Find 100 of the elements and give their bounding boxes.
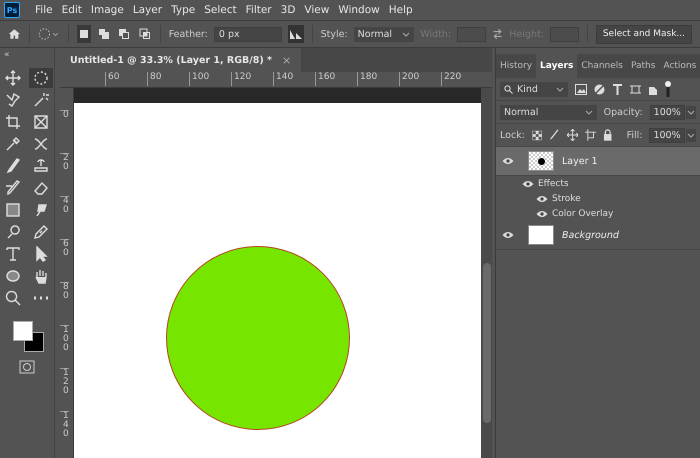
layer-thumbnail bbox=[528, 151, 554, 171]
layer-row[interactable]: Background bbox=[496, 221, 700, 250]
menu-item[interactable]: Filter bbox=[246, 4, 272, 16]
ruler-number: 60 bbox=[105, 72, 147, 86]
chevron-down-icon bbox=[556, 86, 564, 92]
crop-tool-icon bbox=[5, 114, 21, 130]
tool-button[interactable] bbox=[29, 68, 53, 88]
swap-arrows-icon[interactable] bbox=[492, 27, 504, 41]
type-filter-icon[interactable] bbox=[612, 84, 623, 94]
selection-mode-button[interactable] bbox=[76, 25, 91, 43]
selection-mode-icon bbox=[138, 28, 151, 40]
panel-tab[interactable]: History bbox=[496, 54, 536, 78]
layer-name: Layer 1 bbox=[562, 156, 598, 166]
menu-item[interactable]: Image bbox=[90, 4, 124, 16]
effect-name: Color Overlay bbox=[552, 208, 614, 218]
menu-item[interactable]: File bbox=[35, 4, 53, 16]
ruler-number: 120 bbox=[231, 72, 273, 86]
image-filter-icon[interactable] bbox=[575, 84, 587, 94]
color-swatches[interactable] bbox=[10, 318, 44, 352]
chevron-down-icon bbox=[686, 110, 695, 114]
panel-tab[interactable]: Layers bbox=[536, 54, 578, 78]
filter-toggle-icon[interactable] bbox=[665, 81, 671, 97]
quick-mask-icon[interactable] bbox=[19, 360, 35, 374]
checkerboard-icon[interactable] bbox=[532, 130, 542, 140]
ruler-number: 140 bbox=[60, 411, 69, 454]
scrollbar-thumb[interactable] bbox=[482, 263, 490, 423]
selection-mode-icon bbox=[98, 28, 110, 40]
wand-tool-icon bbox=[33, 92, 49, 108]
ruler-number: 60 bbox=[60, 239, 69, 282]
fill-label: Fill: bbox=[626, 130, 642, 140]
shape-filter-icon[interactable] bbox=[630, 84, 641, 94]
panel-tab[interactable]: Channels bbox=[577, 54, 627, 78]
move-icon[interactable] bbox=[566, 129, 578, 141]
document-tab[interactable]: Untitled-1 @ 33.3% (Layer 1, RGB/8) * × bbox=[60, 48, 302, 72]
hand-tool-icon bbox=[33, 268, 49, 284]
type-tool-icon bbox=[5, 246, 21, 262]
more-tool-icon bbox=[33, 296, 49, 300]
app-logo[interactable]: Ps bbox=[4, 2, 20, 18]
ellipse-marquee-icon[interactable] bbox=[38, 26, 60, 42]
collapse-toggle[interactable]: « bbox=[0, 50, 10, 60]
ruler-number: 120 bbox=[60, 368, 69, 411]
eye-icon[interactable] bbox=[536, 210, 548, 218]
ruler-number: 40 bbox=[60, 196, 69, 239]
lasso-tool-icon bbox=[5, 92, 21, 108]
shape-tool-icon bbox=[5, 268, 21, 284]
eye-icon[interactable] bbox=[522, 180, 534, 188]
eye-icon[interactable] bbox=[502, 231, 514, 239]
layer-row[interactable]: Layer 1 bbox=[496, 147, 700, 176]
effects-label: Effects bbox=[538, 178, 569, 188]
menu-item[interactable]: Layer bbox=[132, 4, 162, 16]
menu-item[interactable]: Window bbox=[338, 4, 380, 16]
pen-tool-icon bbox=[33, 224, 49, 240]
ruler-number: 80 bbox=[147, 72, 189, 86]
frame-tool-icon bbox=[33, 114, 49, 130]
eyedropper-tool-icon bbox=[5, 136, 21, 152]
feather-input[interactable]: 0 px bbox=[214, 26, 282, 42]
filter-kind-dropdown[interactable]: Kind bbox=[500, 82, 568, 96]
gradient-tool-icon bbox=[5, 202, 21, 218]
ruler-number: 100 bbox=[60, 325, 69, 368]
ruler-number: 80 bbox=[60, 282, 69, 325]
home-icon[interactable] bbox=[8, 27, 21, 41]
brush-icon[interactable] bbox=[549, 129, 560, 141]
opacity-input[interactable]: 100% bbox=[650, 104, 685, 120]
opacity-dropdown-button[interactable] bbox=[686, 106, 696, 118]
feather-label: Feather: bbox=[168, 28, 208, 40]
artboard-icon[interactable] bbox=[584, 129, 596, 141]
anti-alias-button[interactable] bbox=[288, 25, 304, 43]
ruler-number: 160 bbox=[315, 72, 357, 86]
menu-item[interactable]: Type bbox=[171, 4, 196, 16]
close-tab-button[interactable]: × bbox=[282, 54, 292, 66]
menu-item[interactable]: Select bbox=[204, 4, 237, 16]
eye-icon[interactable] bbox=[536, 194, 548, 202]
ruler-number: 180 bbox=[357, 72, 399, 86]
lock-icon[interactable] bbox=[603, 129, 613, 141]
chevron-down-icon bbox=[686, 132, 695, 138]
panel-tab[interactable]: Paths bbox=[626, 54, 660, 78]
chevron-down-icon bbox=[402, 32, 410, 36]
fill-input[interactable]: 100% bbox=[649, 128, 685, 142]
selection-mode-icon bbox=[118, 28, 130, 40]
panel-tab[interactable]: Actions bbox=[659, 54, 700, 78]
stamp-tool-icon bbox=[33, 158, 49, 174]
eye-icon[interactable] bbox=[502, 157, 514, 165]
layer-name: Background bbox=[562, 230, 619, 240]
menu-item[interactable]: View bbox=[304, 4, 330, 16]
ruler-number: 200 bbox=[399, 72, 441, 86]
style-dropdown[interactable]: Normal bbox=[354, 26, 414, 42]
ruler-number: 20 bbox=[60, 153, 69, 196]
ellipse-tool-icon bbox=[33, 70, 49, 86]
lock-label: Lock: bbox=[500, 130, 525, 140]
layer-thumbnail bbox=[528, 225, 554, 245]
select-and-mask-button[interactable]: Select and Mask... bbox=[596, 24, 692, 44]
ruler-number: 220 bbox=[441, 72, 483, 86]
brush-tool-icon bbox=[5, 158, 21, 174]
menu-item[interactable]: Help bbox=[388, 4, 413, 16]
fill-dropdown-button[interactable] bbox=[686, 128, 696, 142]
adjustment-filter-icon[interactable] bbox=[594, 84, 605, 94]
blend-mode-dropdown[interactable]: Normal bbox=[500, 104, 597, 120]
menu-item[interactable]: 3D bbox=[280, 4, 296, 16]
menu-item[interactable]: Edit bbox=[62, 4, 82, 16]
ruler-number: 100 bbox=[189, 72, 231, 86]
